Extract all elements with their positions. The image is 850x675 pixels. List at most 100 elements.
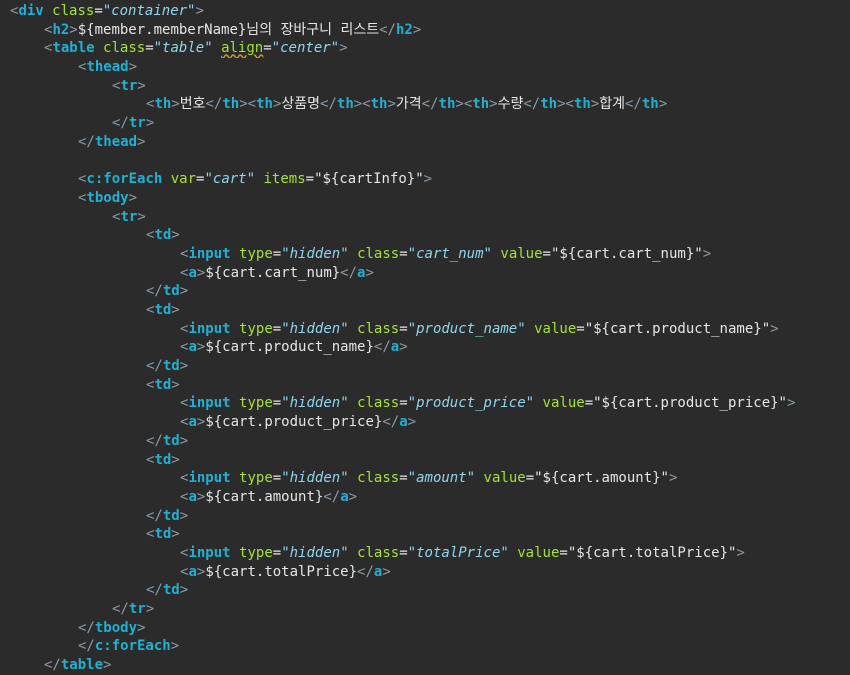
code-editor[interactable]: <div class="container"> <h2>${member.memb… (0, 0, 850, 675)
tag-name: div (18, 3, 44, 19)
code-line[interactable]: <a>${cart.cart_num}</a> (0, 264, 850, 283)
code-line[interactable]: <a>${cart.product_price}</a> (0, 413, 850, 432)
attribute-name: var (170, 171, 197, 188)
tag-name: table (52, 40, 95, 57)
code-line[interactable]: </td> (0, 357, 850, 376)
code-line[interactable]: <table class="table" align="center"> (0, 39, 850, 58)
tag-bracket: > (489, 96, 498, 113)
attribute-name: align (221, 40, 264, 57)
code-line[interactable]: <td> (0, 451, 850, 470)
code-line[interactable]: </tr> (0, 114, 850, 133)
code-line[interactable]: <th>번호</th><th>상품명</th><th>가격</th><th>수량… (0, 95, 850, 114)
tag-bracket: > (103, 657, 112, 674)
tag-bracket: > (668, 470, 678, 487)
tag-name: th (573, 96, 591, 113)
code-line[interactable]: <input type="hidden" class="product_pric… (0, 394, 850, 413)
tag-bracket: > (423, 171, 433, 188)
tag-name: td (154, 526, 172, 543)
code-line[interactable]: </td> (0, 507, 850, 526)
attribute-value: "container" (102, 3, 196, 19)
tag-bracket: </ (382, 414, 400, 431)
code-line[interactable]: <td> (0, 301, 850, 320)
attribute-value: "product_name" (407, 320, 526, 337)
tag-name: a (188, 339, 197, 356)
tag-name: a (399, 414, 408, 431)
tag-name: tr (120, 208, 138, 225)
tag-bracket: > (407, 414, 417, 431)
tag-bracket: </ (373, 339, 391, 356)
tag-bracket: > (239, 96, 248, 113)
tag-name: td (154, 227, 172, 244)
attribute-name: class (103, 40, 146, 57)
tag-bracket: > (128, 189, 138, 206)
code-line[interactable]: </thead> (0, 133, 850, 152)
tag-bracket: > (170, 638, 180, 655)
tag-name: a (390, 339, 400, 356)
tag-bracket: </ (379, 21, 396, 38)
tag-name: td (162, 283, 180, 300)
tag-name: a (340, 488, 349, 505)
attribute-name: class (357, 544, 400, 561)
code-line[interactable]: <input type="hidden" class="totalPrice" … (0, 544, 850, 563)
tag-name: td (154, 451, 172, 468)
attribute-value: "cart" (204, 171, 256, 188)
tag-name: input (188, 320, 231, 337)
code-line[interactable]: <tr> (0, 208, 850, 227)
tag-bracket: > (137, 77, 146, 94)
attribute-value: "table" (153, 40, 213, 57)
code-line[interactable]: <div class="container"> (0, 2, 850, 21)
attribute-value: "hidden" (281, 320, 349, 337)
tag-bracket: </ (78, 619, 95, 636)
code-line[interactable]: <input type="hidden" class="product_name… (0, 320, 850, 339)
code-line[interactable]: <td> (0, 525, 850, 544)
code-text: = (272, 320, 282, 337)
tag-bracket: > (145, 601, 155, 617)
tag-bracket: > (171, 302, 180, 318)
code-line[interactable]: <tr> (0, 77, 850, 96)
tag-bracket: </ (112, 115, 129, 132)
code-line[interactable]: </td> (0, 581, 850, 600)
code-line[interactable]: <tbody> (0, 189, 850, 208)
code-line[interactable]: </td> (0, 282, 850, 301)
code-line[interactable]: </tbody> (0, 619, 850, 638)
tag-bracket: > (399, 339, 408, 356)
code-line[interactable] (0, 152, 850, 171)
code-line[interactable]: <input type="hidden" class="cart_num" va… (0, 245, 850, 264)
attribute-value: "hidden" (281, 544, 349, 561)
code-text: ="${cart.totalPrice}" (559, 544, 737, 561)
code-line[interactable]: <a>${cart.amount}</a> (0, 488, 850, 507)
code-line[interactable]: <input type="hidden" class="amount" valu… (0, 469, 850, 488)
tag-bracket: > (353, 96, 363, 113)
code-line[interactable]: </table> (0, 656, 850, 675)
tag-bracket: > (382, 563, 391, 580)
code-line[interactable]: <c:forEach var="cart" items="${cartInfo}… (0, 170, 850, 189)
code-line[interactable]: </c:forEach> (0, 637, 850, 656)
code-line[interactable]: <thead> (0, 58, 850, 77)
code-line[interactable]: <a>${cart.product_name}</a> (0, 338, 850, 357)
code-line[interactable]: </tr> (0, 600, 850, 619)
code-text: = (272, 395, 282, 412)
attribute-name: class (357, 320, 400, 337)
code-text: ="${cartInfo}" (305, 171, 424, 188)
code-line[interactable]: <a>${cart.totalPrice}</a> (0, 563, 850, 582)
code-line[interactable]: </td> (0, 432, 850, 451)
tag-bracket: > (171, 376, 180, 393)
code-text: 합계 (599, 96, 625, 113)
attribute-name: type (239, 395, 273, 412)
tag-bracket: > (179, 432, 189, 449)
code-line[interactable]: <td> (0, 226, 850, 245)
code-line[interactable]: <td> (0, 376, 850, 395)
tag-name: th (256, 96, 273, 113)
tag-name: td (154, 376, 172, 393)
code-text: ${cart.product_name} (205, 339, 374, 356)
code-text: = (94, 3, 103, 19)
code-text: 상품명 (281, 96, 321, 113)
code-line[interactable]: <h2>${member.memberName}님의 장바구니 리스트</h2> (0, 21, 850, 40)
tag-name: th (154, 96, 172, 113)
